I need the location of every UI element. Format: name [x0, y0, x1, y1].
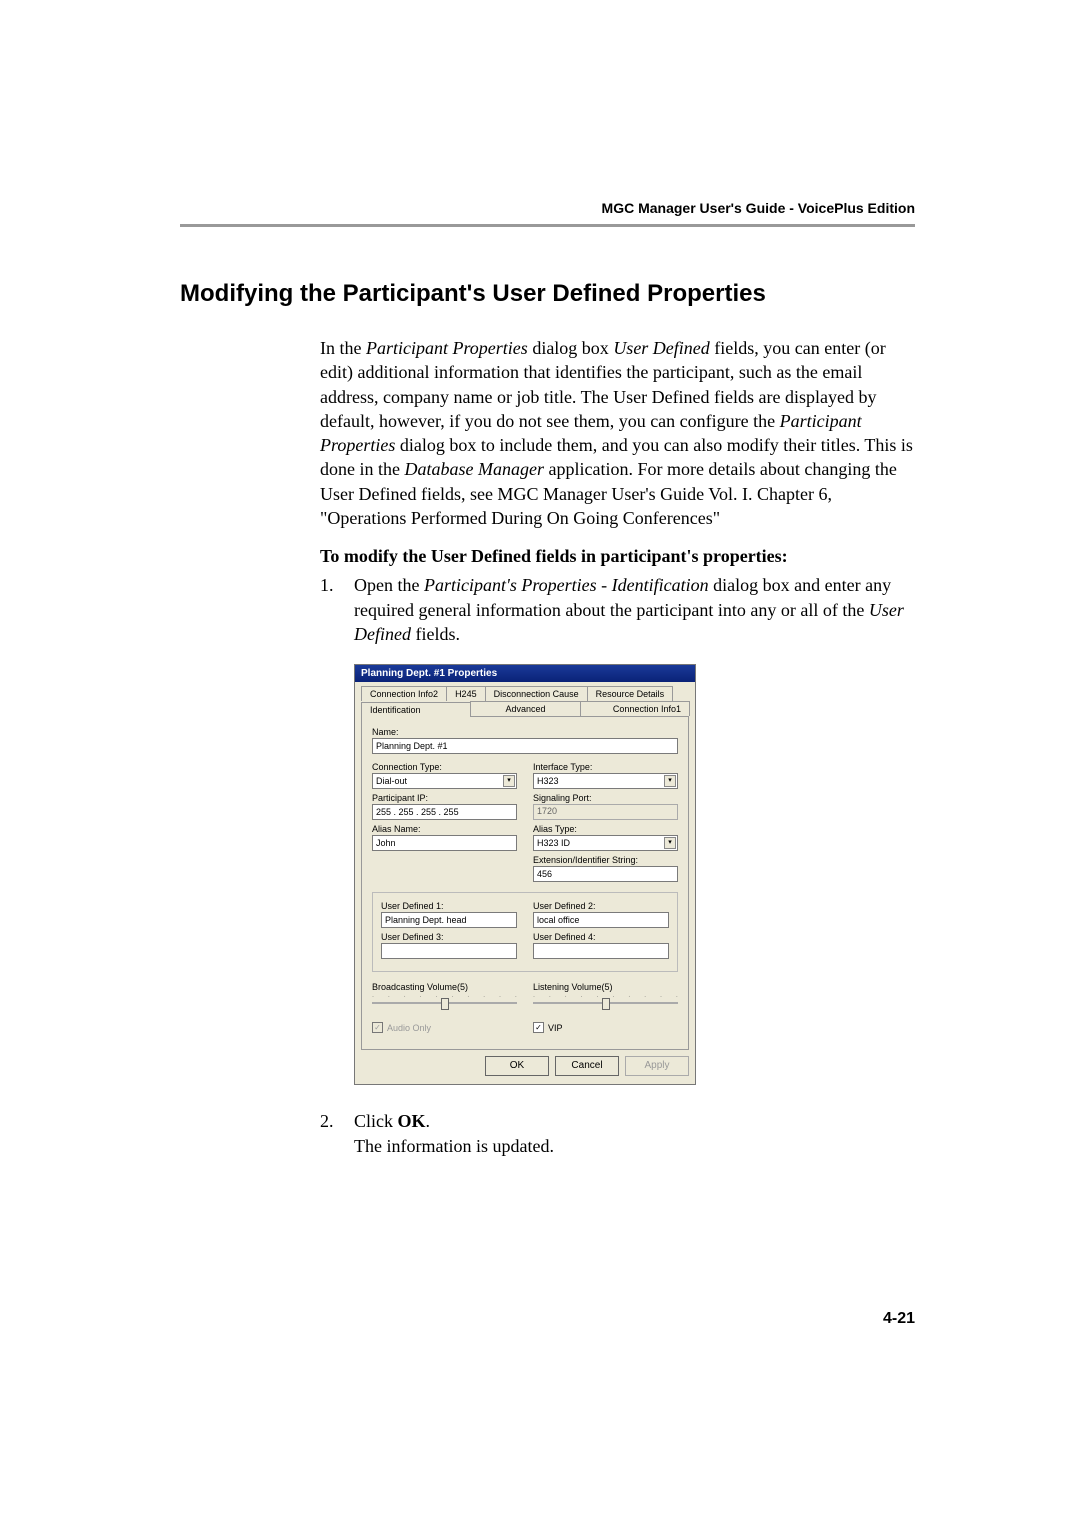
- header-guide-title: MGC Manager User's Guide - VoicePlus Edi…: [602, 200, 915, 216]
- italic-text: Database Manager: [404, 459, 543, 479]
- chevron-down-icon: ▾: [664, 837, 676, 849]
- text: .: [426, 1111, 431, 1131]
- interface-type-label: Interface Type:: [533, 762, 678, 772]
- ud1-input[interactable]: [381, 912, 517, 928]
- tab-disconnection-cause[interactable]: Disconnection Cause: [485, 686, 588, 701]
- ud3-label: User Defined 3:: [381, 932, 517, 942]
- header-rule: [180, 224, 915, 227]
- extension-label: Extension/Identifier String:: [533, 855, 678, 865]
- slider-thumb-icon: [441, 998, 449, 1010]
- procedure-heading: To modify the User Defined fields in par…: [320, 546, 915, 567]
- chevron-down-icon: ▾: [664, 775, 676, 787]
- section-heading: Modifying the Participant's User Defined…: [180, 280, 915, 308]
- signaling-port-label: Signaling Port:: [533, 793, 678, 803]
- listening-volume-slider[interactable]: ··········: [533, 994, 678, 1012]
- broadcasting-volume-slider[interactable]: ··········: [372, 994, 517, 1012]
- tab-connection-info1[interactable]: Connection Info1: [580, 701, 690, 716]
- italic-text: Participant Properties: [366, 338, 528, 358]
- tab-strip: Connection Info2 H245 Disconnection Caus…: [355, 682, 695, 716]
- ok-button[interactable]: OK: [485, 1056, 549, 1076]
- slider-thumb-icon: [602, 998, 610, 1010]
- select-value: H323: [537, 776, 559, 786]
- audio-only-checkbox: ✓ Audio Only: [372, 1022, 517, 1033]
- tab-advanced[interactable]: Advanced: [470, 701, 580, 716]
- text: dialog box: [528, 338, 614, 358]
- alias-type-label: Alias Type:: [533, 824, 678, 834]
- ud3-input[interactable]: [381, 943, 517, 959]
- text: Click: [354, 1111, 398, 1131]
- identification-panel: Name: Connection Type: Dial-out ▾ Interf…: [361, 716, 689, 1050]
- listening-volume-label: Listening Volume(5): [533, 982, 678, 992]
- italic-text: Participant's Properties - Identificatio…: [424, 575, 709, 595]
- tab-h245[interactable]: H245: [446, 686, 486, 701]
- text: Open the: [354, 575, 424, 595]
- text: In the: [320, 338, 366, 358]
- cancel-button[interactable]: Cancel: [555, 1056, 619, 1076]
- step-number: 2.: [320, 1109, 342, 1158]
- dialog-button-row: OK Cancel Apply: [355, 1056, 695, 1084]
- tab-resource-details[interactable]: Resource Details: [587, 686, 674, 701]
- tab-identification[interactable]: Identification: [361, 702, 471, 717]
- ud2-label: User Defined 2:: [533, 901, 669, 911]
- signaling-port-input: 1720: [533, 804, 678, 820]
- extension-input[interactable]: [533, 866, 678, 882]
- intro-paragraph: In the Participant Properties dialog box…: [320, 336, 915, 530]
- participant-ip-label: Participant IP:: [372, 793, 517, 803]
- step-2: 2. Click OK. The information is updated.: [320, 1109, 915, 1158]
- text: The information is updated.: [354, 1136, 554, 1156]
- vip-checkbox[interactable]: ✓ VIP: [533, 1022, 678, 1033]
- chevron-down-icon: ▾: [503, 775, 515, 787]
- alias-type-select[interactable]: H323 ID ▾: [533, 835, 678, 851]
- ud1-label: User Defined 1:: [381, 901, 517, 911]
- step-1: 1. Open the Participant's Properties - I…: [320, 573, 915, 646]
- select-value: Dial-out: [376, 776, 407, 786]
- connection-type-select[interactable]: Dial-out ▾: [372, 773, 517, 789]
- checkbox-icon: ✓: [533, 1022, 544, 1033]
- participant-ip-input[interactable]: [372, 804, 517, 820]
- ud4-label: User Defined 4:: [533, 932, 669, 942]
- bold-text: OK: [398, 1111, 426, 1131]
- alias-name-label: Alias Name:: [372, 824, 517, 834]
- broadcasting-volume-label: Broadcasting Volume(5): [372, 982, 517, 992]
- checkbox-label: Audio Only: [387, 1023, 431, 1033]
- select-value: H323 ID: [537, 838, 570, 848]
- name-label: Name:: [372, 727, 678, 737]
- checkbox-label: VIP: [548, 1023, 563, 1033]
- step-number: 1.: [320, 573, 342, 646]
- tab-connection-info2[interactable]: Connection Info2: [361, 686, 447, 701]
- connection-type-label: Connection Type:: [372, 762, 517, 772]
- checkbox-icon: ✓: [372, 1022, 383, 1033]
- ud2-input[interactable]: [533, 912, 669, 928]
- user-defined-group: User Defined 1: User Defined 2: User Def…: [372, 892, 678, 972]
- alias-name-input[interactable]: [372, 835, 517, 851]
- ud4-input[interactable]: [533, 943, 669, 959]
- italic-text: User Defined: [613, 338, 709, 358]
- text: fields.: [411, 624, 460, 644]
- interface-type-select[interactable]: H323 ▾: [533, 773, 678, 789]
- properties-dialog: Planning Dept. #1 Properties Connection …: [354, 664, 696, 1085]
- dialog-titlebar: Planning Dept. #1 Properties: [355, 665, 695, 682]
- name-input[interactable]: [372, 738, 678, 754]
- page-number: 4-21: [883, 1310, 915, 1328]
- apply-button: Apply: [625, 1056, 689, 1076]
